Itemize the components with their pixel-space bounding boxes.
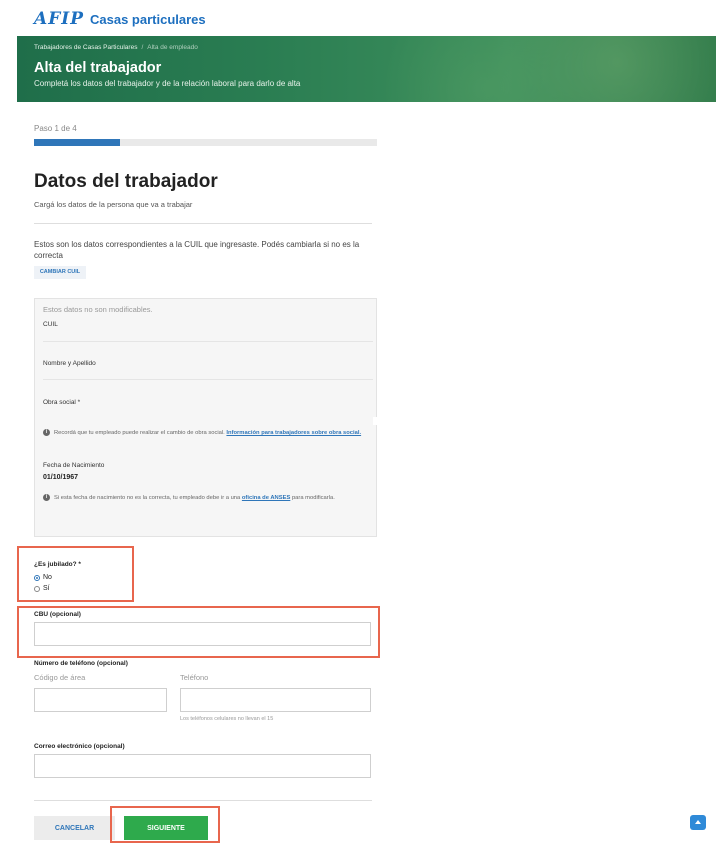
progress-bar bbox=[34, 139, 377, 146]
divider bbox=[34, 223, 372, 224]
radio-label-no: No bbox=[43, 574, 52, 581]
readonly-note: Estos datos no son modificables. bbox=[43, 305, 153, 314]
page-subtitle: Completá los datos del trabajador y de l… bbox=[34, 79, 301, 88]
radio-unselected-icon[interactable] bbox=[34, 585, 40, 592]
dob-hint: i Si esta fecha de nacimiento no es la c… bbox=[43, 494, 363, 503]
divider bbox=[43, 341, 373, 342]
divider bbox=[43, 379, 373, 380]
banner-decoration bbox=[386, 36, 716, 102]
top-bar: AFIP Casas particulares bbox=[0, 0, 716, 36]
radio-label-si: Sí bbox=[43, 585, 50, 592]
radio-selected-icon[interactable] bbox=[34, 574, 40, 581]
jubilado-label: ¿Es jubilado? * bbox=[34, 561, 81, 568]
obra-social-hint: i Recordá que tu empleado puede realizar… bbox=[43, 429, 363, 438]
phone-number-label: Teléfono bbox=[180, 673, 209, 682]
cancel-button[interactable]: CANCELAR bbox=[34, 816, 115, 840]
obra-social-info-link[interactable]: Información para trabajadores sobre obra… bbox=[226, 430, 361, 436]
panel-notch bbox=[373, 417, 378, 425]
phone-number-input[interactable] bbox=[180, 688, 371, 712]
breadcrumb: Trabajadores de Casas Particulares / Alta … bbox=[34, 44, 198, 51]
cbu-input[interactable] bbox=[34, 622, 371, 646]
breadcrumb-item-current: Alta de empleado bbox=[147, 44, 198, 51]
info-circle-icon: i bbox=[43, 494, 50, 501]
dob-hint-tail: para modificarla. bbox=[291, 495, 335, 501]
page-title: Alta del trabajador bbox=[34, 60, 162, 76]
arrow-up-icon bbox=[695, 820, 701, 824]
info-circle-icon: i bbox=[43, 429, 50, 436]
phone-helper-text: Los teléfonos celulares no llevan el 15 bbox=[180, 716, 274, 722]
anses-office-link[interactable]: oficina de ANSES bbox=[242, 495, 290, 501]
radio-jubilado-si[interactable]: Sí bbox=[34, 585, 50, 592]
change-cuil-button[interactable]: CAMBIAR CUIL bbox=[34, 266, 86, 279]
area-code-input[interactable] bbox=[34, 688, 167, 712]
page-banner: Trabajadores de Casas Particulares / Alta … bbox=[17, 36, 716, 102]
breadcrumb-item-trabajadores[interactable]: Trabajadores de Casas Particulares bbox=[34, 44, 137, 51]
breadcrumb-separator: / bbox=[141, 44, 144, 51]
progress-bar-fill bbox=[34, 139, 120, 146]
email-input[interactable] bbox=[34, 754, 371, 778]
area-code-label: Código de área bbox=[34, 673, 86, 682]
divider bbox=[34, 800, 372, 801]
cuil-info-text: Estos son los datos correspondientes a l… bbox=[34, 240, 360, 260]
dob-value: 01/10/1967 bbox=[43, 474, 79, 481]
email-label: Correo electrónico (opcional) bbox=[34, 743, 125, 750]
next-button[interactable]: SIGUIENTE bbox=[124, 816, 208, 840]
logo[interactable]: AFIP Casas particulares bbox=[34, 9, 206, 29]
readonly-data-panel: Estos datos no son modificables. CUIL No… bbox=[34, 298, 378, 537]
section-subtitle: Cargá los datos de la persona que va a t… bbox=[34, 200, 193, 209]
obra-social-label: Obra social * bbox=[43, 399, 81, 406]
cbu-label: CBU (opcional) bbox=[34, 611, 81, 618]
radio-jubilado-no[interactable]: No bbox=[34, 574, 52, 581]
cuil-label: CUIL bbox=[43, 321, 58, 328]
phone-label: Número de teléfono (opcional) bbox=[34, 660, 128, 667]
back-to-top-button[interactable] bbox=[690, 815, 706, 830]
afip-logo-icon: AFIP bbox=[34, 9, 84, 29]
section-title: Datos del trabajador bbox=[34, 171, 218, 192]
obra-social-hint-text: Recordá que tu empleado puede realizar e… bbox=[54, 430, 225, 436]
app-name: Casas particulares bbox=[90, 11, 206, 27]
name-label: Nombre y Apellido bbox=[43, 360, 96, 367]
dob-label: Fecha de Nacimiento bbox=[43, 462, 105, 469]
step-indicator: Paso 1 de 4 bbox=[34, 124, 77, 133]
dob-hint-text: Si esta fecha de nacimiento no es la cor… bbox=[54, 495, 241, 501]
